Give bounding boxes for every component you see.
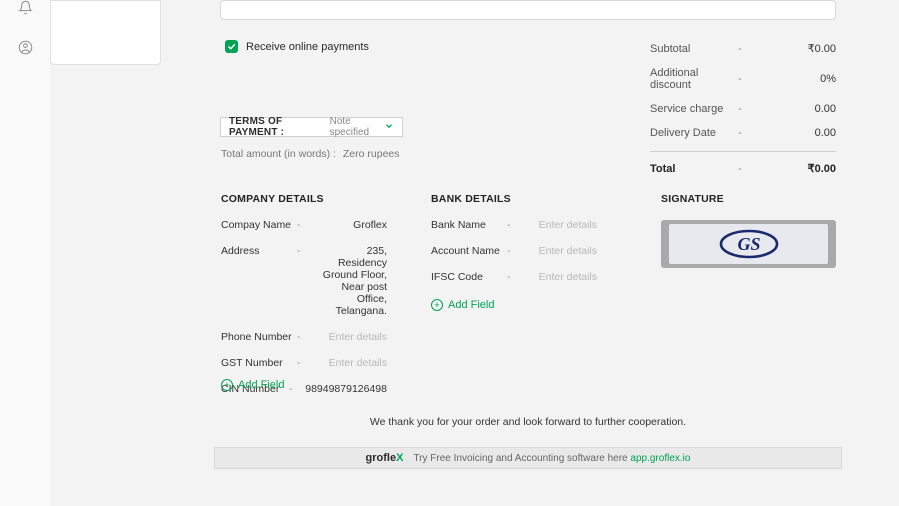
- service-charge-dash: -: [738, 103, 772, 115]
- company-name-label: Compay Name: [221, 219, 297, 231]
- chevron-down-icon: [384, 121, 394, 134]
- receive-payments-checkbox[interactable]: [225, 40, 238, 53]
- bank-add-field-button[interactable]: + Add Field: [431, 299, 597, 311]
- signature-image[interactable]: GS: [661, 220, 836, 268]
- company-add-field-button[interactable]: + Add Field: [221, 379, 284, 391]
- phone-row: Phone Number - Enter details: [221, 331, 387, 343]
- company-address-row: Address - 235, Residency Ground Floor, N…: [221, 245, 387, 317]
- groflex-logo: grofleX: [366, 452, 404, 464]
- bank-name-field[interactable]: Enter details: [525, 219, 597, 231]
- left-panel-card: [50, 0, 161, 65]
- service-charge-label: Service charge: [650, 103, 738, 115]
- gst-field[interactable]: Enter details: [315, 357, 387, 369]
- delivery-date-value: 0.00: [772, 127, 836, 139]
- footer-message: Try Free Invoicing and Accounting softwa…: [413, 453, 627, 464]
- additional-discount-dash: -: [738, 73, 772, 85]
- bank-name-row: Bank Name - Enter details: [431, 219, 597, 231]
- terms-label: TERMS OF PAYMENT :: [229, 116, 325, 138]
- notes-textarea[interactable]: [220, 0, 836, 20]
- account-name-row: Account Name - Enter details: [431, 245, 597, 257]
- user-circle-icon[interactable]: [18, 40, 33, 55]
- footer-bar: grofleX Try Free Invoicing and Accountin…: [214, 447, 842, 469]
- bell-icon[interactable]: [18, 0, 33, 15]
- totals-block: Subtotal - ₹0.00 Additional discount - 0…: [650, 42, 836, 187]
- terms-of-payment-select[interactable]: TERMS OF PAYMENT : Note specified: [220, 117, 403, 137]
- additional-discount-value: 0%: [772, 73, 836, 85]
- bank-details-block: BANK DETAILS Bank Name - Enter details A…: [431, 193, 597, 311]
- phone-field[interactable]: Enter details: [315, 331, 387, 343]
- footer-link[interactable]: app.groflex.io: [630, 453, 690, 464]
- amount-words-value: Zero rupees: [343, 148, 400, 160]
- company-name-row: Compay Name - Groflex: [221, 219, 387, 231]
- signature-heading: SIGNATURE: [661, 193, 836, 205]
- total-row: Total - ₹0.00: [650, 162, 836, 175]
- service-charge-row: Service charge - 0.00: [650, 103, 836, 115]
- left-sidebar: [0, 0, 50, 506]
- amount-in-words-row: Total amount (in words) : Zero rupees: [221, 148, 400, 160]
- add-field-label: Add Field: [448, 299, 494, 311]
- additional-discount-label: Additional discount: [650, 67, 738, 91]
- ifsc-label: IFSC Code: [431, 271, 507, 283]
- bank-name-label: Bank Name: [431, 219, 507, 231]
- subtotal-row: Subtotal - ₹0.00: [650, 42, 836, 55]
- company-heading: COMPANY DETAILS: [221, 193, 387, 205]
- company-name-value[interactable]: Groflex: [315, 219, 387, 231]
- ifsc-row: IFSC Code - Enter details: [431, 271, 597, 283]
- delivery-date-dash: -: [738, 127, 772, 139]
- service-charge-value: 0.00: [772, 103, 836, 115]
- subtotal-value: ₹0.00: [772, 42, 836, 55]
- phone-label: Phone Number: [221, 331, 297, 343]
- total-label: Total: [650, 163, 738, 175]
- total-dash: -: [738, 163, 772, 175]
- total-value: ₹0.00: [772, 162, 836, 175]
- amount-words-label: Total amount (in words) :: [221, 148, 336, 160]
- additional-discount-row: Additional discount - 0%: [650, 67, 836, 91]
- receive-payments-row: Receive online payments: [225, 40, 369, 53]
- totals-divider: [650, 151, 836, 152]
- subtotal-dash: -: [738, 43, 772, 55]
- plus-circle-icon: +: [221, 379, 233, 391]
- gst-row: GST Number - Enter details: [221, 357, 387, 369]
- cin-value[interactable]: 98949879126498: [305, 383, 387, 395]
- account-name-field[interactable]: Enter details: [525, 245, 597, 257]
- address-value[interactable]: 235, Residency Ground Floor, Near post O…: [315, 245, 387, 317]
- address-label: Address: [221, 245, 297, 317]
- bank-heading: BANK DETAILS: [431, 193, 597, 205]
- thank-you-text: We thank you for your order and look for…: [220, 416, 836, 428]
- ifsc-field[interactable]: Enter details: [525, 271, 597, 283]
- signature-block: SIGNATURE GS: [661, 193, 836, 268]
- subtotal-label: Subtotal: [650, 43, 738, 55]
- plus-circle-icon: +: [431, 299, 443, 311]
- svg-text:GS: GS: [737, 234, 760, 254]
- delivery-date-row: Delivery Date - 0.00: [650, 127, 836, 139]
- gst-label: GST Number: [221, 357, 297, 369]
- delivery-date-label: Delivery Date: [650, 127, 738, 139]
- add-field-label: Add Field: [238, 379, 284, 391]
- receive-payments-label: Receive online payments: [246, 41, 369, 53]
- terms-value: Note specified: [330, 116, 384, 138]
- company-details-block: COMPANY DETAILS Compay Name - Groflex Ad…: [221, 193, 387, 395]
- account-name-label: Account Name: [431, 245, 507, 257]
